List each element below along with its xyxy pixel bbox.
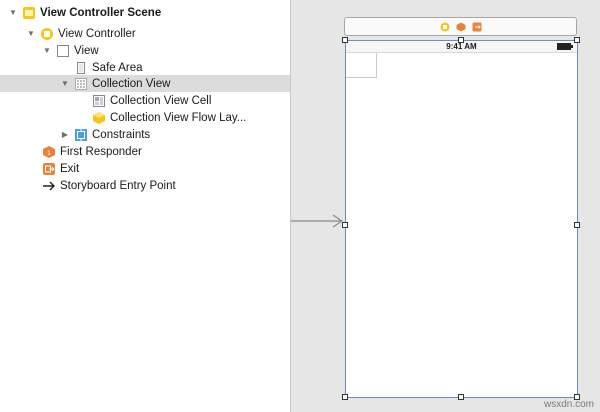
document-outline: ▼ View Controller Scene ▼ View Controlle… <box>0 0 290 412</box>
outline-item-label: View Controller <box>58 27 136 40</box>
outline-item-view-controller[interactable]: ▼ View Controller <box>0 25 290 42</box>
storyboard-canvas[interactable]: 9:41 AM wsxdn.com <box>291 0 600 412</box>
view-controller-icon[interactable] <box>440 22 450 32</box>
scene-icon <box>22 6 36 20</box>
resize-handle-right[interactable] <box>574 222 580 228</box>
first-responder-icon: 1 <box>42 145 56 159</box>
outline-item-safe-area[interactable]: Safe Area <box>0 59 290 76</box>
view-controller-icon <box>40 27 54 41</box>
disclosure-triangle-expanded-icon[interactable]: ▼ <box>26 29 36 39</box>
exit-icon[interactable] <box>472 22 482 32</box>
outline-item-label: Exit <box>60 162 80 175</box>
outline-item-first-responder[interactable]: 1 First Responder <box>0 143 290 160</box>
collection-view-icon <box>74 77 88 91</box>
outline-item-label: Collection View <box>92 77 171 90</box>
outline-item-label: Storyboard Entry Point <box>60 179 176 192</box>
outline-item-label: View <box>74 44 99 57</box>
collection-view-cell-icon <box>92 94 106 108</box>
disclosure-triangle-expanded-icon[interactable]: ▼ <box>42 46 52 56</box>
watermark: wsxdn.com <box>543 399 594 410</box>
outline-item-label: Constraints <box>92 128 151 141</box>
svg-text:1: 1 <box>47 150 51 157</box>
resize-handle-bottom-left[interactable] <box>342 394 348 400</box>
outline-item-view[interactable]: ▼ View <box>0 42 290 59</box>
entry-point-arrow-icon <box>42 179 56 193</box>
resize-handle-bottom[interactable] <box>458 394 464 400</box>
first-responder-icon[interactable] <box>456 22 466 32</box>
safe-area-icon <box>74 61 88 75</box>
outline-item-storyboard-entry-point[interactable]: Storyboard Entry Point <box>0 177 290 194</box>
outline-item-label: Collection View Flow Lay... <box>110 111 247 124</box>
resize-handle-top[interactable] <box>458 37 464 43</box>
battery-icon <box>557 43 573 50</box>
outline-item-exit[interactable]: Exit <box>0 160 290 177</box>
scene-dock[interactable] <box>344 17 577 36</box>
outline-item-label: Safe Area <box>92 61 143 74</box>
resize-handle-left[interactable] <box>342 222 348 228</box>
disclosure-triangle-collapsed-icon[interactable]: ▶ <box>60 130 70 140</box>
collection-view-cell[interactable] <box>346 53 377 78</box>
disclosure-triangle-expanded-icon[interactable]: ▼ <box>60 79 70 89</box>
device-frame[interactable]: 9:41 AM <box>345 40 578 398</box>
outline-item-label: Collection View Cell <box>110 94 212 107</box>
flow-layout-icon <box>92 111 106 125</box>
constraints-icon <box>74 128 88 142</box>
entry-point-arrow-icon[interactable] <box>291 212 345 230</box>
outline-item-collection-view[interactable]: ▼ Collection View <box>0 75 290 92</box>
outline-item-collection-view-flow-layout[interactable]: Collection View Flow Lay... <box>0 109 290 126</box>
outline-item-constraints[interactable]: ▶ Constraints <box>0 126 290 143</box>
outline-item-view-controller-scene[interactable]: ▼ View Controller Scene <box>0 4 290 21</box>
exit-icon <box>42 162 56 176</box>
outline-item-label: First Responder <box>60 145 142 158</box>
resize-handle-top-left[interactable] <box>342 37 348 43</box>
disclosure-triangle-expanded-icon[interactable]: ▼ <box>8 8 18 18</box>
outline-item-collection-view-cell[interactable]: Collection View Cell <box>0 92 290 109</box>
view-icon <box>56 44 70 58</box>
resize-handle-top-right[interactable] <box>574 37 580 43</box>
outline-item-label: View Controller Scene <box>40 6 162 19</box>
